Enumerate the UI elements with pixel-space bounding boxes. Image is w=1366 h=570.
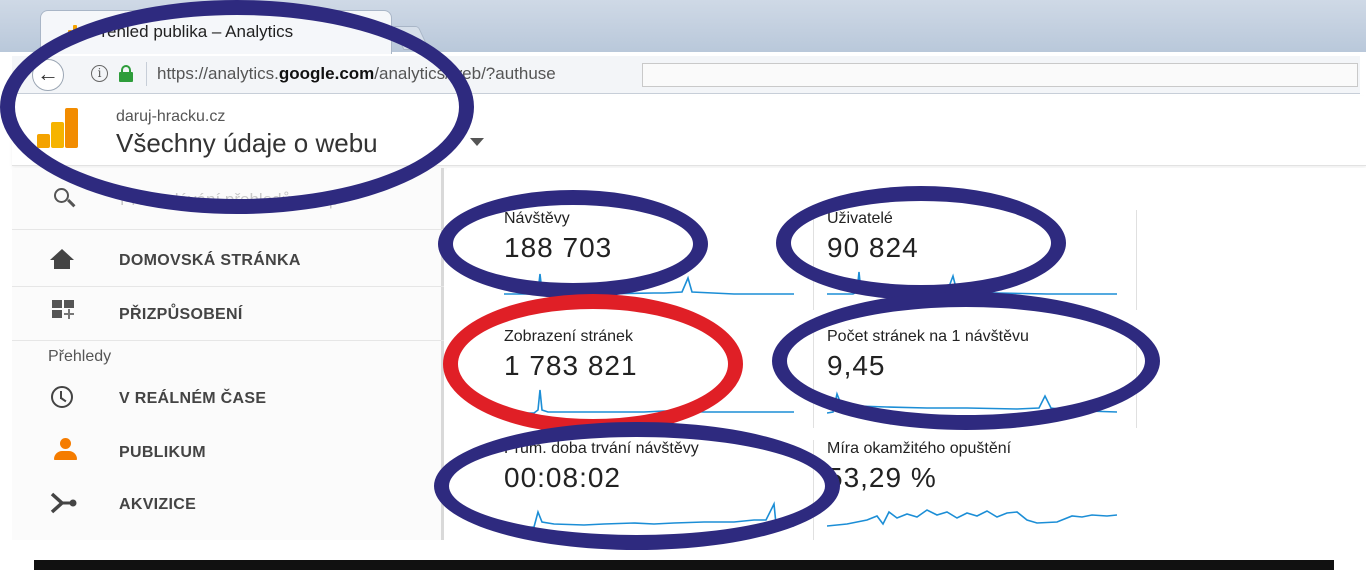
browser-tab-strip: Přehled publika – Analytics × (0, 0, 1366, 54)
sidebar-item-label: V REÁLNÉM ČASE (119, 390, 267, 407)
metric-value: 1 783 821 (504, 350, 638, 381)
new-tab-button[interactable] (392, 26, 430, 50)
back-button[interactable]: ← (32, 59, 64, 91)
metric-card-sessions[interactable]: Návštěvy 188 703 (504, 210, 814, 310)
property-selector[interactable]: Všechny údaje o webu (116, 128, 378, 159)
metric-card-avg-session-duration[interactable]: Prům. doba trvání návštěvy 00:08:02 (504, 440, 814, 540)
analytics-header: daruj-hracku.cz Všechny údaje o webu (12, 96, 1366, 166)
url-separator (146, 62, 147, 86)
lock-icon[interactable] (119, 65, 133, 82)
sidebar-item-label: PŘIZPŮSOBENÍ (119, 306, 243, 323)
sparkline (504, 273, 794, 295)
metric-value: 188 703 (504, 232, 613, 263)
metric-card-pageviews[interactable]: Zobrazení stránek 1 783 821 (504, 328, 814, 428)
metric-label: Návštěvy (504, 210, 570, 227)
metric-label: Zobrazení stránek (504, 328, 633, 345)
metric-label: Prům. doba trvání návštěvy (504, 440, 699, 457)
tab-close-icon[interactable]: × (369, 20, 379, 40)
browser-tab[interactable]: Přehled publika – Analytics × (40, 10, 392, 54)
metric-value: 9,45 (827, 350, 886, 381)
sidebar-item-customization[interactable]: PŘIZPŮSOBENÍ (12, 288, 444, 340)
metric-label: Počet stránek na 1 návštěvu (827, 328, 1029, 345)
analytics-logo-icon[interactable] (37, 108, 79, 148)
url-prefix: https://analytics. (157, 64, 279, 83)
chevron-down-icon[interactable] (470, 138, 484, 146)
home-icon (50, 249, 74, 271)
acquisition-icon (50, 491, 78, 515)
sparkline (504, 501, 794, 529)
screenshot-stage: Přehled publika – Analytics × ← i https:… (0, 0, 1366, 570)
metric-value: 53,29 % (827, 462, 937, 493)
metric-card-bounce-rate[interactable]: Míra okamžitého opuštění 53,29 % (827, 440, 1137, 540)
url-field-extension[interactable] (642, 63, 1358, 87)
sparkline (827, 509, 1117, 527)
metric-label: Uživatelé (827, 210, 893, 227)
dashboard-main: Návštěvy 188 703 Uživatelé 90 824 Zobraz… (447, 168, 1366, 540)
sidebar-item-acquisition[interactable]: AKVIZICE (12, 478, 444, 530)
metric-value: 00:08:02 (504, 462, 621, 493)
metric-card-pages-per-session[interactable]: Počet stránek na 1 návštěvu 9,45 (827, 328, 1137, 428)
sidebar-item-label: DOMOVSKÁ STRÁNKA (119, 252, 301, 269)
sparkline (827, 391, 1117, 414)
sidebar-item-home[interactable]: DOMOVSKÁ STRÁNKA (12, 234, 444, 286)
url-domain: google.com (278, 64, 375, 83)
divider (12, 286, 444, 287)
sidebar-item-label: AKVIZICE (119, 496, 197, 513)
sidebar-item-audience[interactable]: PUBLIKUM (12, 426, 444, 478)
sparkline (827, 271, 1117, 295)
sidebar-item-label: PUBLIKUM (119, 444, 206, 461)
sidebar-item-realtime[interactable]: V REÁLNÉM ČASE (12, 372, 444, 424)
metric-value: 90 824 (827, 232, 919, 263)
divider (12, 340, 444, 341)
clock-icon (51, 386, 73, 408)
url-path: /analytics/web/?authuse (374, 64, 556, 83)
address-bar: ← i https://analytics.google.com/analyti… (12, 56, 1360, 94)
sidebar-search[interactable]: Prohledávání přehledů a náp (12, 168, 444, 230)
info-icon[interactable]: i (91, 65, 108, 82)
bottom-border (34, 560, 1334, 570)
metric-label: Míra okamžitého opuštění (827, 440, 1012, 457)
person-icon (52, 438, 78, 464)
tab-title: Přehled publika – Analytics (90, 22, 294, 41)
dashboard-icon (52, 300, 76, 322)
search-input[interactable]: Prohledávání přehledů a náp (120, 190, 390, 210)
sidebar: Prohledávání přehledů a náp DOMOVSKÁ STR… (12, 168, 444, 540)
analytics-favicon-icon (63, 25, 77, 41)
metric-card-users[interactable]: Uživatelé 90 824 (827, 210, 1137, 310)
search-icon (54, 188, 76, 210)
account-name: daruj-hracku.cz (116, 108, 226, 125)
url-input[interactable]: https://analytics.google.com/analytics/w… (157, 64, 556, 84)
sparkline (504, 389, 794, 414)
section-heading: Přehledy (48, 348, 112, 365)
